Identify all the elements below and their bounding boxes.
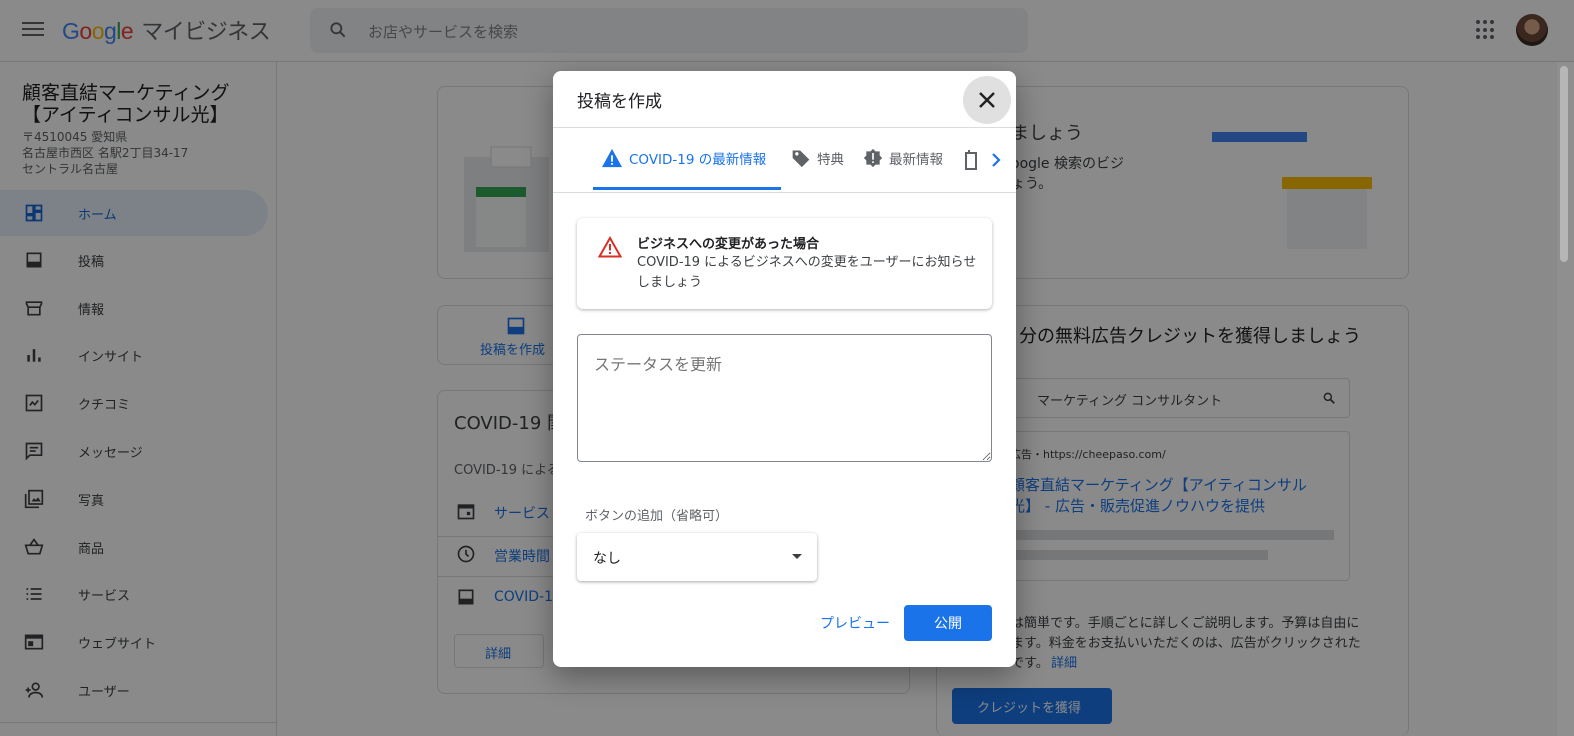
announcement-icon [863, 148, 883, 168]
covid-info-card: ビジネスへの変更があった場合 COVID-19 によるビジネスへの変更をユーザー… [577, 218, 992, 309]
button-type-select[interactable]: なし [577, 533, 817, 581]
info-title: ビジネスへの変更があった場合 [637, 237, 820, 252]
active-tab-indicator [593, 187, 781, 190]
warning-icon [602, 148, 622, 168]
tag-icon [792, 150, 810, 168]
warning-icon [598, 236, 622, 258]
close-icon [979, 92, 995, 108]
create-post-dialog: 投稿を作成 COVID-19 の最新情報 特典 最新情報 ビジネスへの変更があっ… [553, 71, 1016, 667]
event-tab-icon-partial[interactable] [965, 150, 977, 170]
dialog-title: 投稿を作成 [577, 92, 662, 112]
publish-button[interactable]: 公開 [904, 605, 992, 641]
chevron-right-icon[interactable] [990, 152, 1002, 168]
tab-covid-update[interactable]: COVID-19 の最新情報 [601, 148, 766, 168]
dropdown-arrow-icon [792, 554, 802, 559]
preview-button[interactable]: プレビュー [809, 605, 901, 641]
select-value: なし [593, 551, 621, 567]
tab-offer[interactable]: 特典 [791, 148, 844, 168]
tab-whats-new[interactable]: 最新情報 [863, 148, 943, 168]
close-button[interactable] [963, 76, 1011, 124]
status-update-textarea[interactable] [577, 334, 992, 462]
post-type-tabs: COVID-19 の最新情報 特典 最新情報 [553, 128, 1016, 193]
add-button-label: ボタンの追加（省略可） [585, 509, 729, 524]
info-description: COVID-19 によるビジネスへの変更をユーザーにお知らせしましょう [637, 255, 977, 290]
scrollbar-thumb[interactable] [1560, 66, 1568, 262]
